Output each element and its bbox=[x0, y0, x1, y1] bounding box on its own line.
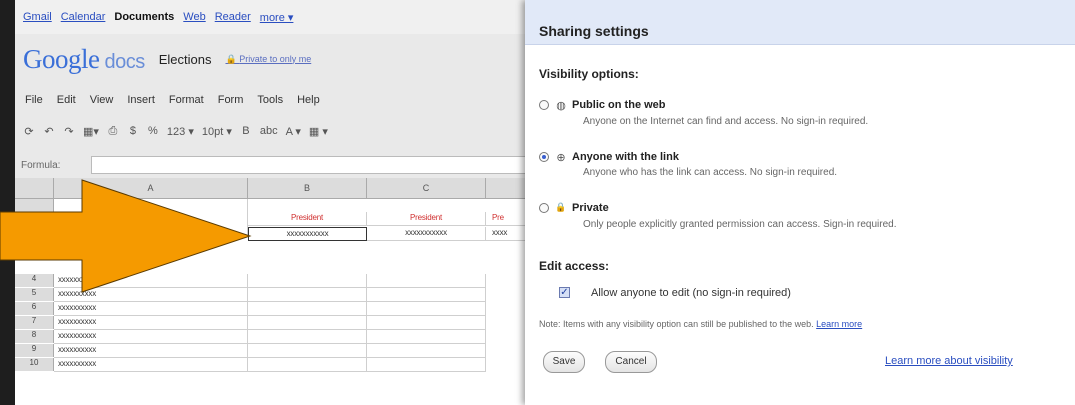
formula-input[interactable] bbox=[91, 156, 535, 174]
redo-icon[interactable]: ↷ bbox=[63, 125, 75, 138]
sheet-cell[interactable] bbox=[248, 358, 367, 372]
sheet-cell[interactable] bbox=[367, 330, 486, 344]
strikethrough-button[interactable]: abc bbox=[260, 125, 278, 137]
row-header[interactable]: 7 bbox=[15, 316, 54, 329]
save-button[interactable]: Save bbox=[543, 351, 585, 373]
sheet-cell[interactable]: xxxxxxxxxx bbox=[54, 330, 248, 344]
sheet-cell[interactable] bbox=[248, 288, 367, 302]
public-radio[interactable] bbox=[539, 100, 549, 110]
menu-tools[interactable]: Tools bbox=[257, 94, 283, 114]
menu-bar: File Edit View Insert Format Form Tools … bbox=[15, 94, 545, 114]
calendar-link[interactable]: Calendar bbox=[61, 11, 106, 23]
font-size-dropdown[interactable]: 10pt ▾ bbox=[202, 125, 232, 138]
sharing-settings-dialog: Sharing settings Visibility options: ◍ P… bbox=[525, 0, 1075, 405]
link-radio[interactable] bbox=[539, 152, 549, 162]
publish-note: Note: Items with any visibility option c… bbox=[539, 319, 862, 329]
print-preview-icon[interactable]: ⎙ bbox=[107, 125, 119, 138]
formula-label: Formula: bbox=[21, 159, 61, 171]
row-header[interactable]: 8 bbox=[15, 330, 54, 343]
currency-format-button[interactable]: $ bbox=[127, 125, 139, 137]
cancel-button[interactable]: Cancel bbox=[605, 351, 657, 373]
logo-word: Google bbox=[23, 43, 100, 74]
bold-button[interactable]: B bbox=[240, 125, 252, 137]
public-desc: Anyone on the Internet can find and acce… bbox=[583, 116, 869, 127]
print-icon[interactable]: ⟳ bbox=[23, 125, 35, 138]
learn-visibility-link[interactable]: Learn more about visibility bbox=[885, 355, 1013, 367]
sheet-cell[interactable] bbox=[367, 288, 486, 302]
paint-format-icon[interactable]: ▦▾ bbox=[83, 125, 99, 138]
sheet-cell[interactable]: xxxxxxxxxx bbox=[54, 344, 248, 358]
sheet-cell[interactable] bbox=[248, 302, 367, 316]
president-cell[interactable]: President bbox=[367, 212, 486, 226]
visibility-heading: Visibility options: bbox=[539, 67, 639, 81]
text-color-dropdown[interactable]: A ▾ bbox=[286, 125, 301, 138]
column-header-b[interactable]: B bbox=[248, 178, 367, 199]
menu-format[interactable]: Format bbox=[169, 94, 204, 114]
documents-link: Documents bbox=[114, 11, 175, 23]
private-desc: Only people explicitly granted permissio… bbox=[583, 219, 897, 230]
logo-product: docs bbox=[104, 50, 145, 73]
orange-arrow-icon bbox=[0, 179, 252, 293]
sheet-cell[interactable]: xxxxxxxxxx bbox=[54, 302, 248, 316]
link-icon: ⊕ bbox=[556, 152, 566, 164]
private-label[interactable]: 🔒 Private to only me bbox=[225, 54, 311, 65]
globe-icon: ◍ bbox=[556, 100, 566, 112]
reader-link[interactable]: Reader bbox=[215, 11, 251, 23]
sheet-cell[interactable] bbox=[367, 316, 486, 330]
sheet-cell[interactable] bbox=[248, 330, 367, 344]
row-header[interactable]: 10 bbox=[15, 358, 54, 371]
sheet-cell[interactable] bbox=[367, 344, 486, 358]
edit-access-heading: Edit access: bbox=[539, 259, 610, 273]
row-header[interactable]: 6 bbox=[15, 302, 54, 315]
undo-icon[interactable]: ↶ bbox=[43, 125, 55, 138]
option-anyone-with-link[interactable]: ⊕ Anyone with the link bbox=[539, 151, 679, 164]
sheet-cell[interactable]: xxxxxxxxxxx bbox=[367, 227, 486, 241]
sheet-cell[interactable]: xxxxxxxxxx bbox=[54, 358, 248, 372]
public-title: Public on the web bbox=[572, 99, 666, 111]
row-header[interactable]: 9 bbox=[15, 344, 54, 357]
number-format-dropdown[interactable]: 123 ▾ bbox=[167, 125, 194, 138]
note-text: Note: Items with any visibility option c… bbox=[539, 319, 814, 329]
web-link[interactable]: Web bbox=[183, 11, 205, 23]
lock-icon: 🔒 bbox=[555, 202, 567, 212]
percent-format-button[interactable]: % bbox=[147, 125, 159, 137]
menu-insert[interactable]: Insert bbox=[127, 94, 155, 114]
menu-edit[interactable]: Edit bbox=[57, 94, 76, 114]
menu-file[interactable]: File bbox=[25, 94, 43, 114]
private-radio[interactable] bbox=[539, 203, 549, 213]
document-title[interactable]: Elections bbox=[159, 52, 212, 67]
sheet-cell[interactable] bbox=[367, 358, 486, 372]
docs-header: Google docs Elections 🔒 Private to only m… bbox=[15, 34, 535, 84]
private-title: Private bbox=[572, 202, 609, 214]
sheet-cell[interactable] bbox=[367, 274, 486, 288]
column-header-c[interactable]: C bbox=[367, 178, 486, 199]
link-title: Anyone with the link bbox=[572, 151, 679, 163]
arrow-shape bbox=[0, 179, 252, 293]
sheet-cell[interactable] bbox=[248, 344, 367, 358]
google-bar: Gmail Calendar Documents Web Reader more… bbox=[15, 0, 543, 34]
gmail-link[interactable]: Gmail bbox=[23, 11, 52, 23]
learn-more-link[interactable]: Learn more bbox=[816, 319, 862, 329]
menu-form[interactable]: Form bbox=[218, 94, 244, 114]
fill-color-dropdown[interactable]: ▦ ▾ bbox=[309, 125, 328, 138]
menu-view[interactable]: View bbox=[90, 94, 114, 114]
sheet-cell[interactable] bbox=[367, 302, 486, 316]
allow-edit-label: Allow anyone to edit (no sign-in require… bbox=[591, 287, 791, 299]
option-public[interactable]: ◍ Public on the web bbox=[539, 99, 666, 112]
toolbar: ⟳ ↶ ↷ ▦▾ ⎙ $ % 123 ▾ 10pt ▾ B abc A ▾ ▦ … bbox=[15, 120, 543, 142]
president-cell[interactable]: President bbox=[248, 212, 367, 226]
google-docs-logo[interactable]: Google docs bbox=[23, 44, 145, 75]
sheet-cell[interactable] bbox=[248, 316, 367, 330]
link-desc: Anyone who has the link can access. No s… bbox=[583, 167, 838, 178]
more-link[interactable]: more ▾ bbox=[260, 11, 294, 24]
option-private[interactable]: 🔒 Private bbox=[539, 202, 609, 214]
sheet-cell[interactable] bbox=[248, 274, 367, 288]
menu-help[interactable]: Help bbox=[297, 94, 320, 114]
allow-edit-checkbox[interactable]: ✓ bbox=[559, 287, 570, 298]
private-text: Private to only me bbox=[239, 53, 312, 64]
sheet-cell[interactable]: xxxxxxxxxx bbox=[54, 316, 248, 330]
dialog-title: Sharing settings bbox=[525, 0, 1075, 45]
formula-bar: Formula: bbox=[15, 155, 535, 175]
selected-cell[interactable]: xxxxxxxxxxx bbox=[248, 227, 367, 241]
